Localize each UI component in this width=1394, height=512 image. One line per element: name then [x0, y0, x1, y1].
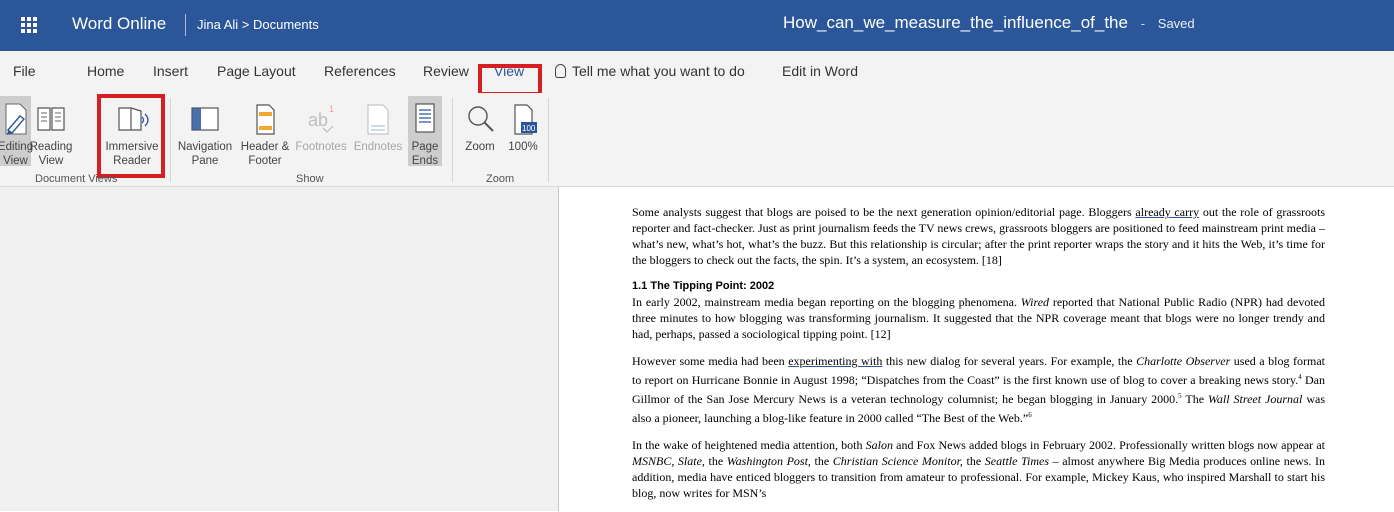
p4-text-c: the: [704, 454, 727, 468]
tab-references[interactable]: References: [324, 63, 396, 79]
immersive-reader-highlight: [97, 94, 165, 178]
p3-wsj: Wall Street Journal: [1208, 392, 1303, 406]
tab-insert[interactable]: Insert: [153, 63, 188, 79]
view-tab-highlight: [478, 64, 542, 96]
document-views-group-label: Document Views: [35, 173, 118, 185]
tab-review[interactable]: Review: [423, 63, 469, 79]
zoom-100-icon: 100: [507, 100, 539, 138]
endnote-icon: [362, 100, 394, 138]
title-separator: [185, 14, 186, 36]
section-heading: 1.1 The Tipping Point: 2002: [632, 280, 775, 292]
p4-wapo: Washington Post,: [726, 454, 811, 468]
group-divider-2: [452, 98, 453, 182]
p4-text-a: In the wake of heightened media attentio…: [632, 438, 866, 452]
p4-text-b: and Fox News added blogs in February 200…: [892, 438, 1325, 452]
p3-text-a: However some media had been: [632, 354, 789, 368]
p2-wired: Wired: [1020, 295, 1050, 309]
breadcrumb[interactable]: Jina Ali > Documents: [197, 17, 319, 32]
document-title[interactable]: How_can_we_measure_the_influence_of_the: [783, 13, 1128, 32]
p4-csm: Christian Science Monitor,: [832, 454, 963, 468]
title-dash: -: [1140, 16, 1146, 31]
reading-view-label-2: View: [38, 155, 64, 167]
tell-me-search[interactable]: Tell me what you want to do: [555, 63, 745, 79]
editing-view-label-1: Editing: [0, 141, 34, 153]
editing-view-label-2: View: [3, 155, 28, 167]
navigation-pane-label-1: Navigation: [177, 141, 233, 153]
header-footer-label-2: Footer: [248, 155, 282, 167]
page-ends-label-1: Page: [411, 141, 439, 153]
app-launcher-icon[interactable]: [14, 10, 44, 40]
zoom-button[interactable]: Zoom: [462, 96, 498, 154]
p3-text-e: The: [1181, 392, 1209, 406]
p1-text-a: Some analysts suggest that blogs are poi…: [632, 205, 1136, 219]
page-ends-button[interactable]: Page Ends: [408, 96, 442, 167]
app-name[interactable]: Word Online: [72, 14, 166, 34]
footnotes-button[interactable]: ab 1 Footnotes: [292, 96, 350, 154]
navigation-pane-button[interactable]: Navigation Pane: [175, 96, 235, 168]
document-title-area: How_can_we_measure_the_influence_of_the …: [783, 13, 1195, 33]
zoom-label: Zoom: [465, 141, 495, 153]
pencil-page-icon: [2, 100, 30, 138]
p3-text-b: this new dialog for several years. For e…: [882, 354, 1137, 368]
group-divider-3: [548, 98, 549, 182]
p4-seattle: Seattle Times: [984, 454, 1050, 468]
p4-salon: Salon: [865, 438, 893, 452]
zoom-100-button[interactable]: 100 100%: [505, 96, 541, 154]
tell-me-text: Tell me what you want to do: [572, 63, 745, 79]
navigation-pane-icon: [189, 100, 221, 138]
svg-text:1: 1: [329, 104, 334, 114]
p2-text-a: In early 2002, mainstream media began re…: [632, 295, 1021, 309]
p1-flagged-words[interactable]: already carry: [1135, 205, 1199, 219]
paragraph-1: Some analysts suggest that blogs are poi…: [632, 204, 1325, 268]
reading-view-button[interactable]: Reading View: [30, 96, 72, 168]
p4-text-d: the: [810, 454, 833, 468]
tab-home[interactable]: Home: [87, 63, 124, 79]
p3-flagged-words[interactable]: experimenting with: [788, 354, 882, 368]
endnotes-label: Endnotes: [353, 141, 403, 153]
header-footer-label-1: Header &: [240, 141, 290, 153]
paragraph-4: In the wake of heightened media attentio…: [632, 437, 1325, 501]
page-ends-icon: [411, 100, 439, 138]
zoom-100-label: 100%: [508, 141, 538, 153]
editing-view-button[interactable]: Editing View: [0, 96, 34, 167]
tab-page-layout[interactable]: Page Layout: [217, 63, 296, 79]
save-status: Saved: [1157, 16, 1195, 31]
show-group-label: Show: [296, 173, 324, 185]
p4-msnbc: MSNBC, Slate,: [632, 454, 705, 468]
footnote-ref-6[interactable]: 6: [1028, 411, 1032, 419]
footnote-icon: ab 1: [305, 100, 337, 138]
lightbulb-icon: [555, 64, 566, 78]
header-footer-icon: [249, 100, 281, 138]
p3-charlotte: Charlotte Observer: [1136, 354, 1231, 368]
tab-file[interactable]: File: [13, 63, 36, 79]
svg-text:100: 100: [522, 124, 536, 133]
reading-view-label-1: Reading: [29, 141, 73, 153]
title-bar: Word Online Jina Ali > Documents How_can…: [0, 0, 1394, 51]
header-footer-button[interactable]: Header & Footer: [237, 96, 293, 168]
book-icon: [35, 100, 67, 138]
endnotes-button[interactable]: Endnotes: [352, 96, 404, 154]
edit-in-word-button[interactable]: Edit in Word: [782, 63, 858, 79]
footnotes-label: Footnotes: [295, 141, 347, 153]
page-ends-label-2: Ends: [411, 155, 439, 167]
svg-text:ab: ab: [308, 110, 328, 130]
navigation-pane-label-2: Pane: [191, 155, 219, 167]
paragraph-2: In early 2002, mainstream media began re…: [632, 294, 1325, 342]
zoom-group-label: Zoom: [486, 173, 515, 185]
p4-text-e: the: [962, 454, 985, 468]
magnifier-icon: [464, 100, 496, 138]
left-pane: [0, 187, 559, 511]
paragraph-3: However some media had been experimentin…: [632, 353, 1325, 426]
document-body[interactable]: Some analysts suggest that blogs are poi…: [632, 204, 1325, 512]
group-divider-1: [170, 98, 171, 182]
